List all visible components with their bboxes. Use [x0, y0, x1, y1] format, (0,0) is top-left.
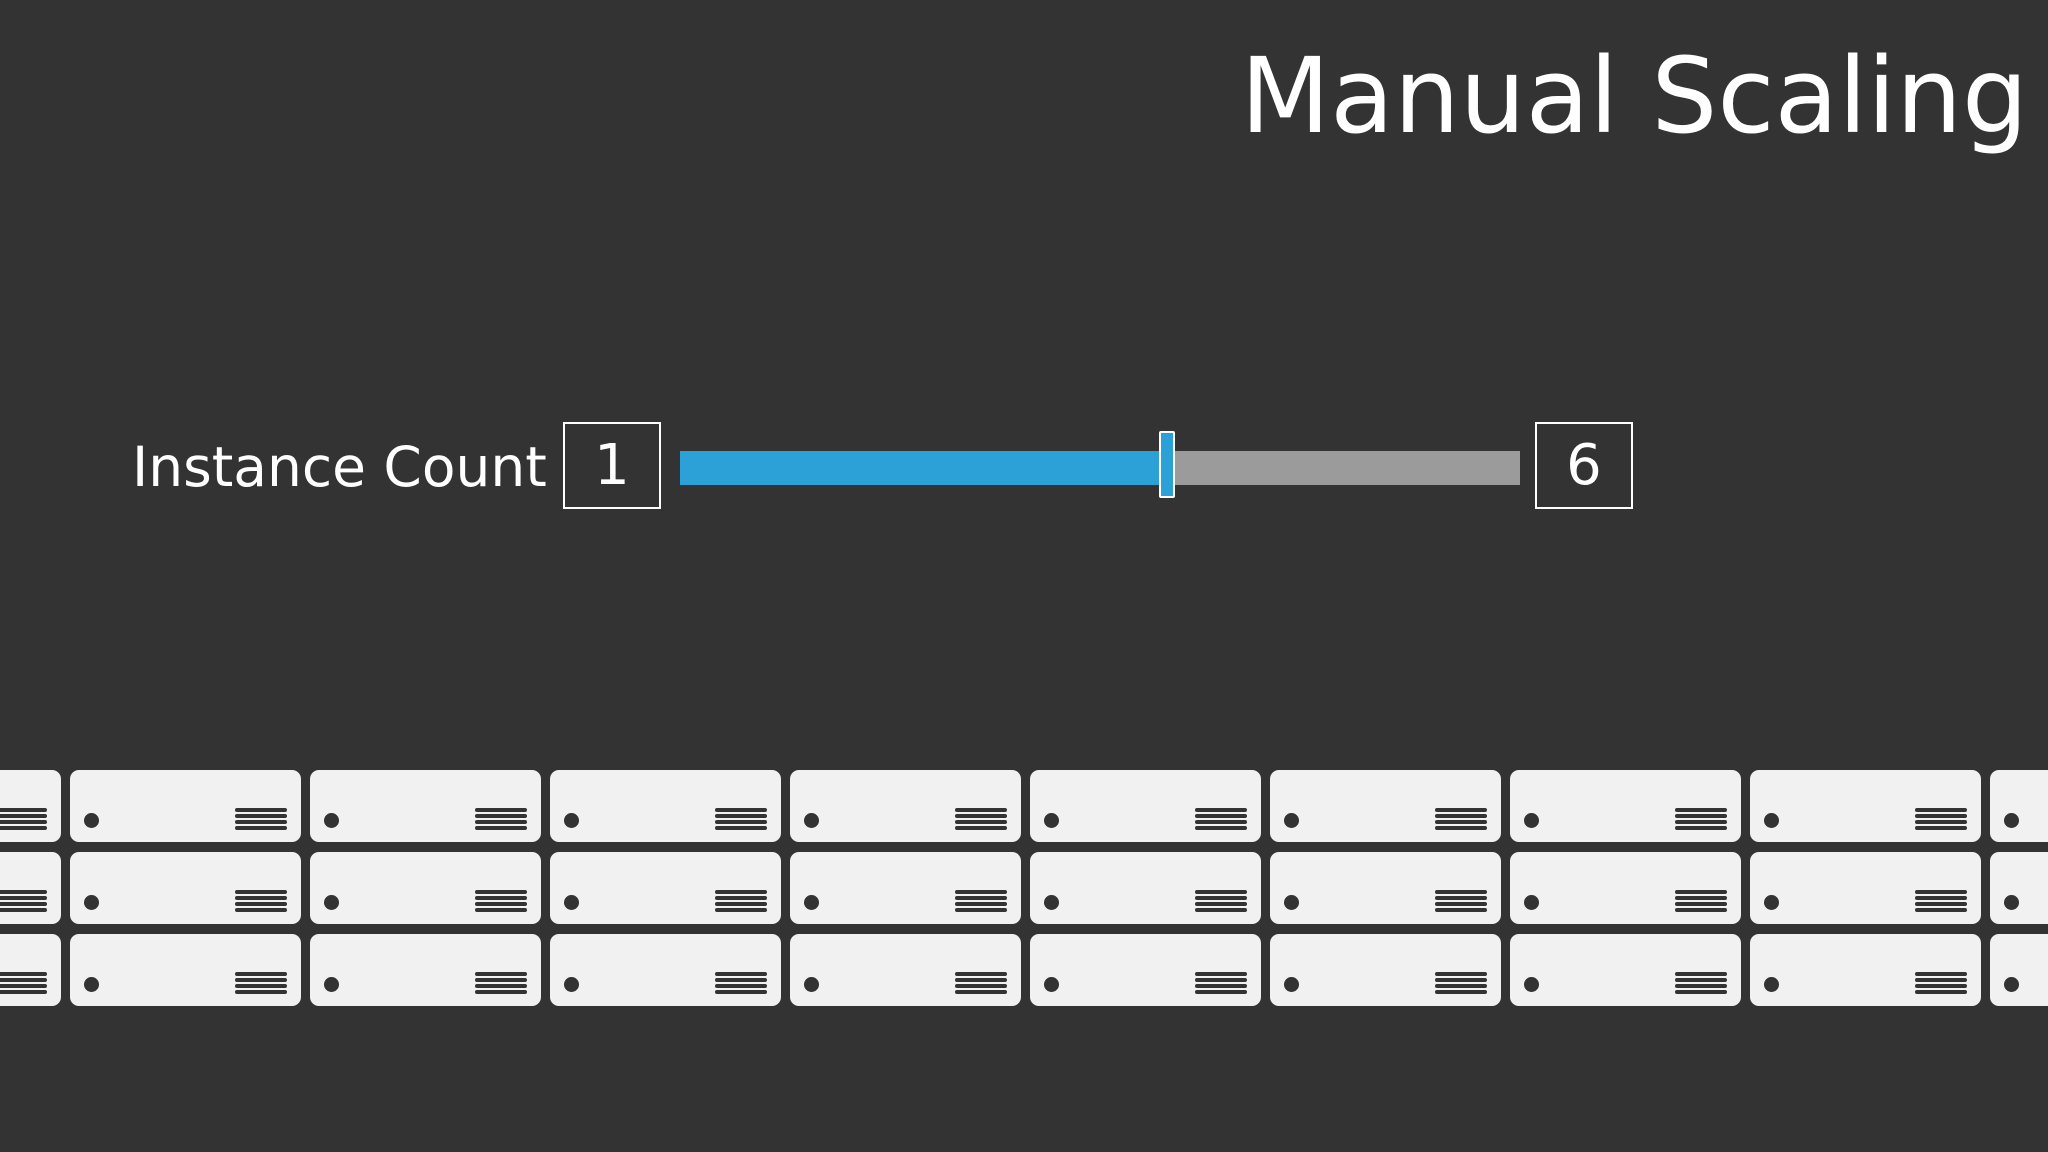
- server-status-light: [804, 895, 819, 910]
- server-status-light: [324, 977, 339, 992]
- server-icon: [1510, 770, 1741, 842]
- page-title: Manual Scaling: [1240, 35, 2028, 157]
- server-vent-icon: [0, 890, 47, 912]
- server-icon: [310, 934, 541, 1006]
- max-instance-value: 6: [1535, 422, 1633, 509]
- server-vent-icon: [1195, 890, 1247, 912]
- server-icon: [1030, 770, 1261, 842]
- server-icon: [1750, 770, 1981, 842]
- server-status-light: [84, 895, 99, 910]
- server-vent-icon: [1435, 890, 1487, 912]
- slider-fill: [680, 451, 1168, 485]
- server-status-light: [1524, 977, 1539, 992]
- server-icon: [550, 852, 781, 924]
- server-vent-icon: [475, 890, 527, 912]
- server-status-light: [84, 977, 99, 992]
- server-icon: [790, 852, 1021, 924]
- server-vent-icon: [715, 972, 767, 994]
- server-vent-icon: [715, 808, 767, 830]
- server-vent-icon: [1915, 972, 1967, 994]
- server-vent-icon: [955, 890, 1007, 912]
- server-icon: [1270, 934, 1501, 1006]
- server-vent-icon: [0, 808, 47, 830]
- server-icon: [70, 852, 301, 924]
- server-icon: [1990, 852, 2048, 924]
- server-status-light: [804, 977, 819, 992]
- server-vent-icon: [1915, 808, 1967, 830]
- server-status-light: [804, 813, 819, 828]
- server-status-light: [2004, 977, 2019, 992]
- server-icon: [790, 934, 1021, 1006]
- server-vent-icon: [235, 808, 287, 830]
- server-icon: [1750, 852, 1981, 924]
- server-icon: [0, 934, 61, 1006]
- server-icon: [310, 852, 541, 924]
- server-status-light: [564, 977, 579, 992]
- server-icon: [70, 934, 301, 1006]
- server-icon: [1510, 934, 1741, 1006]
- server-vent-icon: [1675, 808, 1727, 830]
- server-status-light: [1524, 813, 1539, 828]
- server-vent-icon: [1435, 808, 1487, 830]
- server-icon: [550, 934, 781, 1006]
- server-vent-icon: [1915, 890, 1967, 912]
- instance-count-control: Instance Count 1 6: [0, 420, 2048, 515]
- server-status-light: [324, 895, 339, 910]
- server-status-light: [2004, 895, 2019, 910]
- server-icon: [1030, 934, 1261, 1006]
- server-vent-icon: [475, 972, 527, 994]
- scaling-stage: Manual Scaling Instance Count 1 6: [0, 0, 2048, 1152]
- server-icon: [1510, 852, 1741, 924]
- server-vent-icon: [715, 890, 767, 912]
- server-status-light: [1284, 813, 1299, 828]
- server-icon: [310, 770, 541, 842]
- server-status-light: [324, 813, 339, 828]
- server-icon: [1990, 770, 2048, 842]
- server-icon: [1990, 934, 2048, 1006]
- min-instance-value: 1: [563, 422, 661, 509]
- server-rack: [0, 770, 2048, 1012]
- server-vent-icon: [1435, 972, 1487, 994]
- slider-thumb[interactable]: [1159, 431, 1176, 498]
- server-status-light: [1044, 977, 1059, 992]
- server-icon: [790, 770, 1021, 842]
- server-vent-icon: [235, 972, 287, 994]
- server-vent-icon: [955, 808, 1007, 830]
- server-status-light: [1284, 895, 1299, 910]
- server-status-light: [564, 895, 579, 910]
- server-status-light: [2004, 813, 2019, 828]
- server-status-light: [84, 813, 99, 828]
- instance-count-label: Instance Count: [132, 435, 547, 499]
- server-status-light: [1764, 813, 1779, 828]
- server-icon: [70, 770, 301, 842]
- server-status-light: [1284, 977, 1299, 992]
- server-icon: [550, 770, 781, 842]
- server-vent-icon: [955, 972, 1007, 994]
- server-vent-icon: [1675, 972, 1727, 994]
- server-status-light: [564, 813, 579, 828]
- server-vent-icon: [1675, 890, 1727, 912]
- server-icon: [0, 852, 61, 924]
- server-icon: [1030, 852, 1261, 924]
- server-vent-icon: [235, 890, 287, 912]
- instance-count-slider[interactable]: [680, 451, 1520, 485]
- server-status-light: [1764, 895, 1779, 910]
- server-status-light: [1044, 895, 1059, 910]
- server-status-light: [1764, 977, 1779, 992]
- server-icon: [1750, 934, 1981, 1006]
- server-vent-icon: [1195, 972, 1247, 994]
- server-vent-icon: [1195, 808, 1247, 830]
- server-vent-icon: [0, 972, 47, 994]
- server-icon: [0, 770, 61, 842]
- server-vent-icon: [475, 808, 527, 830]
- server-icon: [1270, 770, 1501, 842]
- server-icon: [1270, 852, 1501, 924]
- server-status-light: [1524, 895, 1539, 910]
- server-status-light: [1044, 813, 1059, 828]
